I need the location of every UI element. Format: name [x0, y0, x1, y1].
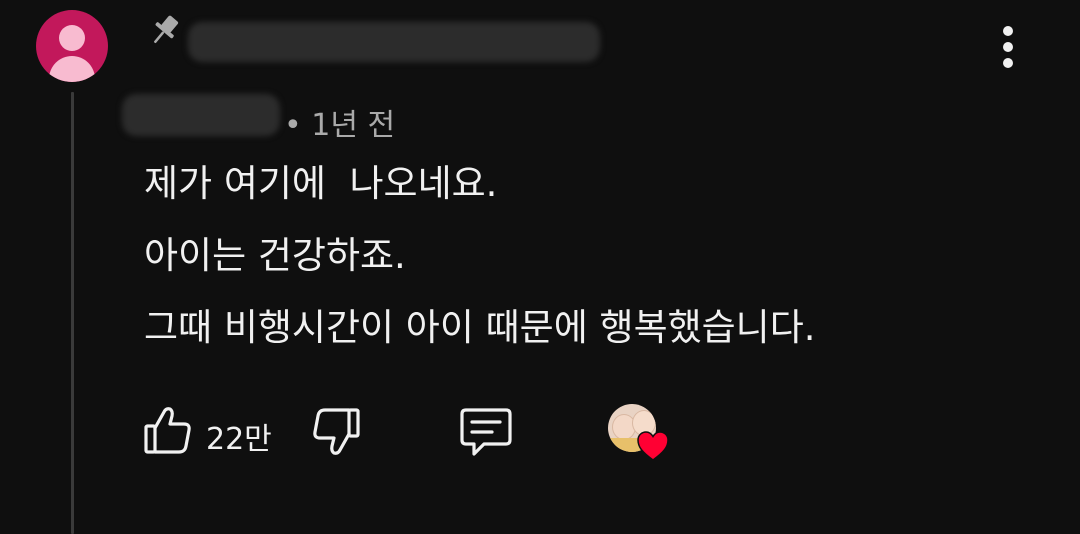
- comment-line: 제가 여기에 나오네요.: [144, 162, 498, 205]
- like-button[interactable]: [142, 406, 194, 456]
- user-avatar[interactable]: [36, 10, 108, 82]
- redacted-author-name: [188, 22, 600, 62]
- more-vertical-icon: [1003, 26, 1013, 36]
- thumbs-down-icon: [313, 408, 360, 455]
- more-dot-middle: [1003, 42, 1013, 52]
- comment-text: 제가 여기에 나오네요. 아이는 건강하죠. 그때 비행시간이 아이 때문에 행…: [144, 164, 1044, 380]
- redacted-author-handle: [122, 94, 280, 136]
- thumbs-up-icon: [144, 407, 191, 454]
- more-dot-bottom: [1003, 58, 1013, 68]
- comment-line: 그때 비행시간이 아이 때문에 행복했습니다.: [144, 306, 816, 349]
- thread-line: [71, 92, 74, 534]
- comment-timestamp: • 1년 전: [284, 108, 396, 143]
- more-options-button[interactable]: [990, 24, 1026, 70]
- creator-heart-badge: [608, 404, 672, 464]
- avatar-head-shape: [59, 25, 85, 51]
- like-count: 22만: [206, 422, 272, 457]
- pin-icon: [154, 15, 179, 44]
- heart-icon: [637, 431, 669, 461]
- dislike-button[interactable]: [312, 406, 362, 456]
- comment-line: 아이는 건강하죠.: [144, 234, 406, 277]
- reply-comment-icon: [460, 408, 512, 456]
- avatar-body-shape: [49, 56, 95, 82]
- reply-button[interactable]: [458, 404, 514, 458]
